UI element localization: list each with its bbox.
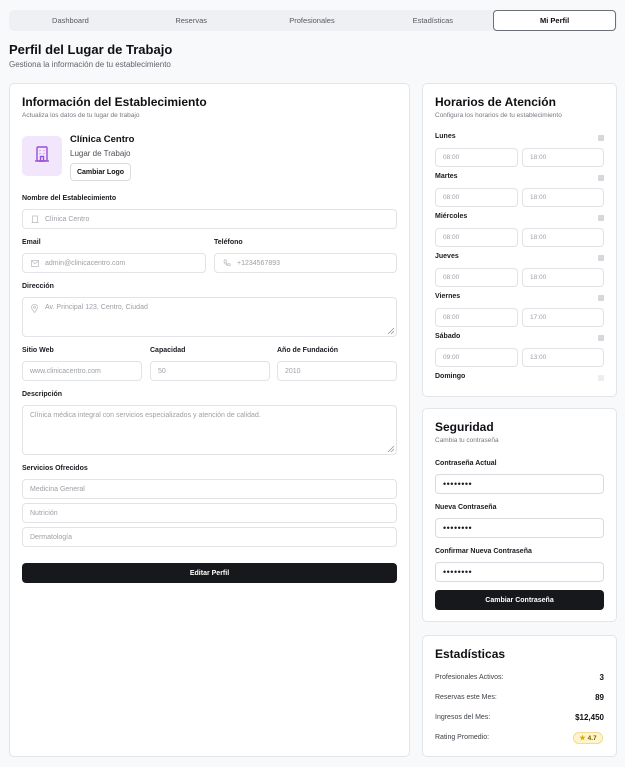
stat-label: Ingresos del Mes: xyxy=(435,714,491,721)
open-time-input[interactable]: 08:00 xyxy=(435,308,518,327)
close-time-input[interactable]: 17:00 xyxy=(522,308,604,327)
close-time-input[interactable]: 18:00 xyxy=(522,228,604,247)
year-label: Año de Fundación xyxy=(277,347,339,354)
day-label: Sábado xyxy=(435,333,461,340)
tab-estadisticas[interactable]: Estadísticas xyxy=(372,10,493,31)
service-field[interactable]: Nutrición xyxy=(22,503,397,523)
building-small-icon xyxy=(30,215,39,224)
stat-label: Reservas este Mes: xyxy=(435,694,497,701)
resize-handle-icon[interactable] xyxy=(388,328,394,334)
tab-reservas[interactable]: Reservas xyxy=(131,10,252,31)
nav-tabs: Dashboard Reservas Profesionales Estadís… xyxy=(9,10,617,31)
tab-profesionales[interactable]: Profesionales xyxy=(252,10,373,31)
establishment-type: Lugar de Trabajo xyxy=(70,149,131,158)
building-icon xyxy=(33,145,51,168)
name-label: Nombre del Establecimiento xyxy=(22,195,117,202)
day-enabled-checkbox[interactable] xyxy=(598,375,604,381)
email-value: admin@clinicacentro.com xyxy=(45,259,126,267)
open-time-input[interactable]: 08:00 xyxy=(435,188,518,207)
rating-value: 4.7 xyxy=(587,734,597,742)
capacity-field[interactable]: 50 xyxy=(150,361,270,381)
change-password-button[interactable]: Cambiar Contraseña xyxy=(435,590,604,610)
close-time-input[interactable]: 18:00 xyxy=(522,268,604,287)
description-label: Descripción xyxy=(22,391,63,398)
info-card-title: Información del Establecimiento xyxy=(22,95,207,109)
confirm-password-label: Confirmar Nueva Contraseña xyxy=(435,548,532,555)
address-field[interactable]: Av. Principal 123, Centro, Ciudad xyxy=(22,297,397,337)
day-label: Jueves xyxy=(435,253,459,260)
name-field[interactable]: Clínica Centro xyxy=(22,209,397,229)
open-time-input[interactable]: 08:00 xyxy=(435,268,518,287)
open-time-input[interactable]: 08:00 xyxy=(435,148,518,167)
stat-value: $12,450 xyxy=(575,713,604,722)
hours-card-title: Horarios de Atención xyxy=(435,95,556,109)
day-label: Miércoles xyxy=(435,213,468,220)
capacity-label: Capacidad xyxy=(150,347,186,354)
rating-badge: ★ 4.7 xyxy=(573,732,603,744)
establishment-logo xyxy=(22,136,62,176)
description-field[interactable]: Clínica médica integral con servicios es… xyxy=(22,405,397,455)
tab-dashboard[interactable]: Dashboard xyxy=(10,10,131,31)
day-label: Domingo xyxy=(435,373,466,380)
star-icon: ★ xyxy=(579,735,586,742)
day-enabled-checkbox[interactable] xyxy=(598,215,604,221)
stat-value: 3 xyxy=(599,673,604,682)
address-label: Dirección xyxy=(22,283,54,290)
service-field[interactable]: Dermatología xyxy=(22,527,397,547)
info-card-subtitle: Actualiza los datos de tu lugar de traba… xyxy=(22,112,140,119)
name-value: Clínica Centro xyxy=(45,215,90,223)
phone-icon xyxy=(222,259,231,268)
stat-label: Profesionales Activos: xyxy=(435,674,504,681)
description-value: Clínica médica integral con servicios es… xyxy=(30,412,261,419)
services-label: Servicios Ofrecidos xyxy=(22,465,88,472)
establishment-name: Clínica Centro xyxy=(70,134,135,145)
day-label: Martes xyxy=(435,173,458,180)
website-label: Sitio Web xyxy=(22,347,54,354)
stats-card-title: Estadísticas xyxy=(435,647,506,661)
page-title: Perfil del Lugar de Trabajo xyxy=(9,42,173,57)
mail-icon xyxy=(30,259,39,268)
email-label: Email xyxy=(22,239,41,246)
close-time-input[interactable]: 13:00 xyxy=(522,348,604,367)
website-field[interactable]: www.clinicacentro.com xyxy=(22,361,142,381)
security-card-subtitle: Cambia tu contraseña xyxy=(435,437,499,444)
current-password-input[interactable]: •••••••• xyxy=(435,474,604,494)
day-enabled-checkbox[interactable] xyxy=(598,255,604,261)
year-field[interactable]: 2010 xyxy=(277,361,397,381)
new-password-label: Nueva Contraseña xyxy=(435,504,497,511)
day-enabled-checkbox[interactable] xyxy=(598,295,604,301)
security-card-title: Seguridad xyxy=(435,420,494,434)
confirm-password-input[interactable]: •••••••• xyxy=(435,562,604,582)
current-password-label: Contraseña Actual xyxy=(435,460,497,467)
day-label: Lunes xyxy=(435,133,456,140)
open-time-input[interactable]: 08:00 xyxy=(435,228,518,247)
day-label: Viernes xyxy=(435,293,461,300)
tab-mi-perfil[interactable]: Mi Perfil xyxy=(493,10,616,31)
phone-value: +1234567893 xyxy=(237,259,281,267)
address-value: Av. Principal 123, Centro, Ciudad xyxy=(45,304,148,311)
phone-label: Teléfono xyxy=(214,239,243,246)
resize-handle-icon[interactable] xyxy=(388,446,394,452)
service-field[interactable]: Medicina General xyxy=(22,479,397,499)
day-enabled-checkbox[interactable] xyxy=(598,335,604,341)
new-password-input[interactable]: •••••••• xyxy=(435,518,604,538)
page-subtitle: Gestiona la información de tu establecim… xyxy=(9,60,171,69)
stat-label: Rating Promedio: xyxy=(435,734,490,741)
stat-value: 89 xyxy=(595,693,604,702)
hours-card-subtitle: Configura los horarios de tu establecimi… xyxy=(435,112,562,119)
open-time-input[interactable]: 09:00 xyxy=(435,348,518,367)
close-time-input[interactable]: 18:00 xyxy=(522,188,604,207)
close-time-input[interactable]: 18:00 xyxy=(522,148,604,167)
edit-profile-button[interactable]: Editar Perfil xyxy=(22,563,397,583)
day-enabled-checkbox[interactable] xyxy=(598,135,604,141)
change-logo-button[interactable]: Cambiar Logo xyxy=(70,163,131,181)
day-enabled-checkbox[interactable] xyxy=(598,175,604,181)
email-field[interactable]: admin@clinicacentro.com xyxy=(22,253,206,273)
phone-field[interactable]: +1234567893 xyxy=(214,253,397,273)
map-pin-icon xyxy=(30,304,39,313)
